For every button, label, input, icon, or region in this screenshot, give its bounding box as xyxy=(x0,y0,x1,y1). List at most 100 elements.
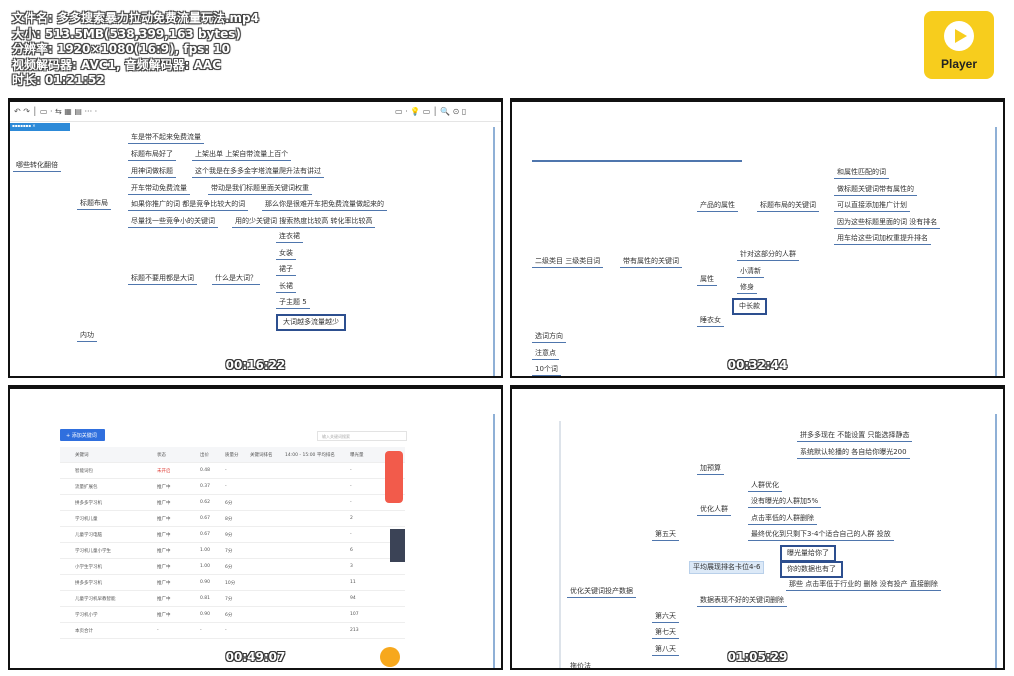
table-row[interactable]: 儿童学习电脑 推广中 0.67 9分 - xyxy=(60,527,405,543)
table-row[interactable]: 小学生学习机 推广中 1.00 6分 3 xyxy=(60,559,405,575)
mindmap-node[interactable]: 如果你推广的词 都是竞争比较大的词 xyxy=(128,199,249,211)
mindmap-node[interactable]: 连衣裙 xyxy=(276,231,303,243)
table-cell: 0.62 xyxy=(200,500,211,505)
table-row[interactable]: 儿童学习机早教智能 推广中 0.81 7分 94 xyxy=(60,591,405,607)
table-cell: - xyxy=(350,468,352,473)
mindmap-node[interactable]: 内功 xyxy=(77,330,97,342)
table-cell: - xyxy=(225,468,227,473)
mindmap-node[interactable]: 人群优化 xyxy=(748,480,782,492)
table-row[interactable]: 智能词包 未开启 0.48 - - xyxy=(60,463,405,479)
mindmap-node[interactable]: 标题布局 xyxy=(77,198,111,210)
mindmap-node[interactable]: 曝光量给你了 xyxy=(780,545,836,562)
mindmap-node[interactable]: 做标题关键词带有属性的 xyxy=(834,184,917,196)
table-cell: 6 xyxy=(350,548,353,553)
mindmap-node[interactable]: 用车给这些词加权重提升排名 xyxy=(834,233,931,245)
keyword-search-input[interactable]: 输入关键词搜索 xyxy=(317,431,407,441)
mindmap-node[interactable]: 第七天 xyxy=(652,627,679,639)
mindmap-node[interactable]: 选词方向 xyxy=(532,331,566,343)
column-header[interactable]: 状态 xyxy=(157,452,166,458)
mindmap-node[interactable]: 哪些转化翻倍 xyxy=(13,160,61,172)
mindmap-node[interactable]: 用的少关键词 搜索热度比较高 转化率比较高 xyxy=(232,216,376,228)
mindmap-node[interactable]: 第六天 xyxy=(652,611,679,623)
mindmap-node[interactable]: 点击率低的人群删除 xyxy=(748,513,817,525)
mindmap-node[interactable]: 那些 点击率低于行业的 删除 没有投产 直接删除 xyxy=(786,579,941,591)
table-cell: 推广中 xyxy=(157,581,171,586)
table-cell: 10分 xyxy=(225,581,236,586)
mindmap-node[interactable]: 尽量找一些竞争小的关键词 xyxy=(128,216,218,228)
mindmap-node[interactable]: 标题不要用都是大词 xyxy=(128,273,197,285)
mindmap-node[interactable]: 标题布局好了 xyxy=(128,149,176,161)
table-cell: 推广中 xyxy=(157,613,171,618)
table-cell: - xyxy=(350,484,352,489)
table-cell: 6分 xyxy=(225,613,233,618)
mindmap-node[interactable]: 产品的属性 xyxy=(697,200,738,212)
column-header[interactable]: 关键词 xyxy=(75,452,89,458)
mindmap-node[interactable]: 属性 xyxy=(697,274,717,286)
column-header[interactable]: 14:00 - 15:00 平均排名 xyxy=(285,452,335,458)
mindmap-node[interactable]: 上架出单 上架自带流量上百个 xyxy=(192,149,292,161)
mindmap-node[interactable]: 女装 xyxy=(276,248,296,260)
mindmap-node[interactable]: 优化关键词投产数据 xyxy=(567,586,636,598)
table-cell: 推广中 xyxy=(157,565,171,570)
mindmap-node[interactable]: 二级类目 三级类目词 xyxy=(532,256,604,268)
table-row[interactable]: 学习机儿童小学生 推广中 1.00 7分 6 xyxy=(60,543,405,559)
table-cell: - xyxy=(225,484,227,489)
table-cell: - xyxy=(225,628,227,633)
mindmap-node[interactable]: 小清新 xyxy=(737,266,764,278)
mindmap-node[interactable]: 可以直接添加推广计划 xyxy=(834,200,910,212)
table-cell: 3 xyxy=(350,564,353,569)
table-row[interactable]: 拼多多学习机 推广中 0.62 6分 - xyxy=(60,495,405,511)
table-row[interactable]: 流量扩展包 推广中 0.37 - - xyxy=(60,479,405,495)
table-cell: 推广中 xyxy=(157,549,171,554)
mindmap-node[interactable]: 带有属性的关键词 xyxy=(620,256,682,268)
mindmap-node[interactable]: 裙子 xyxy=(276,264,296,276)
mindmap-node[interactable]: 长裙 xyxy=(276,281,296,293)
add-keyword-button[interactable]: + 添加关键词 xyxy=(60,429,105,441)
mindmap-node[interactable]: 优化人群 xyxy=(697,504,731,516)
mindmap-node[interactable]: 车是带不起来免费流量 xyxy=(128,132,204,144)
column-header[interactable]: 质量分 xyxy=(225,452,239,458)
table-cell: - xyxy=(350,500,352,505)
mindmap-node[interactable]: 平均展现排名卡位4-6 xyxy=(689,561,765,574)
table-cell: 7分 xyxy=(225,597,233,602)
mindmap-node[interactable]: 什么是大词？ xyxy=(212,273,260,285)
mindmap-node[interactable]: 数据表现不好的关键词删除 xyxy=(697,595,787,607)
mindmap-node[interactable]: 修身 xyxy=(737,282,757,294)
column-header[interactable]: 曝光量 xyxy=(350,452,364,458)
thumbnail-4: 01:05:29 拼多多现在 不能设置 只能选择静态 系统默认轮播的 各自给你曝光… xyxy=(510,385,1005,670)
mindmap-node[interactable]: 那么你是很难开车把免费流量做起来的 xyxy=(262,199,387,211)
table-cell: 流量扩展包 xyxy=(75,485,98,490)
help-panel[interactable] xyxy=(390,529,405,562)
mindmap-node[interactable]: 因为这些标题里面的词 没有排名 xyxy=(834,217,941,229)
mindmap-node[interactable]: 带动是我们标题里面关键词权重 xyxy=(208,183,312,195)
column-header[interactable]: 出价 xyxy=(200,452,209,458)
table-cell: 本页合计 xyxy=(75,629,93,634)
mindmap-node[interactable]: 拼多多现在 不能设置 只能选择静态 xyxy=(797,430,913,442)
mindmap-node[interactable]: 最终优化到只剩下3-4个适合自己的人群 投放 xyxy=(748,529,894,541)
mindmap-node[interactable]: 这个我是在多多金字塔流量爬升法有讲过 xyxy=(192,166,324,178)
mindmap-node[interactable]: 开车带动免费流量 xyxy=(128,183,190,195)
mindmap-node[interactable]: 用神词做标题 xyxy=(128,166,176,178)
document-tab[interactable]: ▪▪▪▪▪▪▪ ✕ xyxy=(10,123,70,131)
table-row[interactable]: 学习机儿童 推广中 0.67 8分 2 xyxy=(60,511,405,527)
table-row[interactable]: 本页合计 - - - 213 xyxy=(60,623,405,639)
mindmap-node[interactable]: 没有曝光的人群加5% xyxy=(748,496,822,508)
mindmap-node[interactable]: 大词越多流量越少 xyxy=(276,314,346,331)
table-cell: 学习机儿童小学生 xyxy=(75,549,111,554)
float-toolbar[interactable] xyxy=(385,451,403,503)
mindmap-node[interactable]: 和属性匹配的词 xyxy=(834,167,889,179)
column-header[interactable]: 关键词排名 xyxy=(250,452,273,458)
mindmap-node[interactable]: 加预算 xyxy=(697,463,724,475)
mindmap-node[interactable]: 第五天 xyxy=(652,529,679,541)
mindmap-node[interactable]: 你的数据也有了 xyxy=(780,561,843,578)
mindmap-node[interactable]: 系统默认轮播的 各自给你曝光200 xyxy=(797,447,910,459)
mindmap-node[interactable]: 子主题 5 xyxy=(276,297,310,309)
table-row[interactable]: 学习机小学 推广中 0.90 6分 107 xyxy=(60,607,405,623)
mindmap-node[interactable]: 睡衣女 xyxy=(697,315,724,327)
mindmap-node[interactable]: 中长款 xyxy=(732,298,767,315)
table-cell: 学习机小学 xyxy=(75,613,98,618)
table-row[interactable]: 拼多多学习机 推广中 0.90 10分 11 xyxy=(60,575,405,591)
mindmap-node[interactable]: 针对这部分的人群 xyxy=(737,249,799,261)
table-header: 关键词 状态 出价 质量分 关键词排名 14:00 - 15:00 平均排名 曝光量 xyxy=(60,447,405,463)
mindmap-node[interactable]: 标题布局的关键词 xyxy=(757,200,819,212)
